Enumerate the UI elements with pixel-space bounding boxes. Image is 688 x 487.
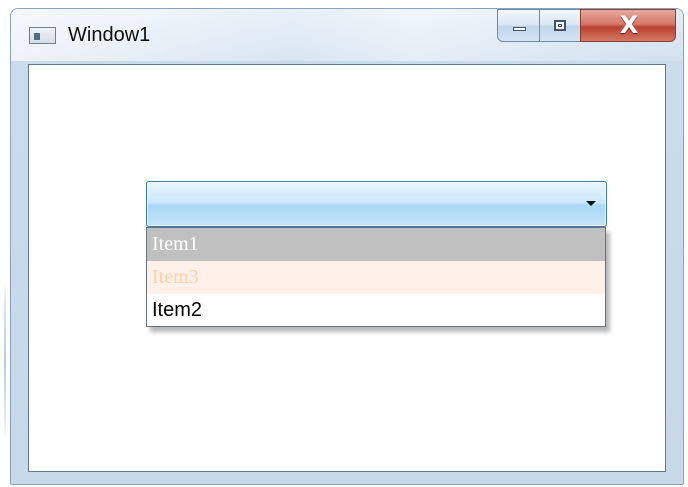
window-title: Window1 <box>68 24 151 46</box>
item-combobox[interactable] <box>146 181 607 227</box>
close-icon: X <box>619 11 639 39</box>
dropdown-item-label: Item3 <box>152 266 199 288</box>
dropdown-item-label: Item1 <box>152 233 199 255</box>
dropdown-item-item2[interactable]: Item2 <box>147 294 605 326</box>
window-app-icon <box>29 27 56 44</box>
minimize-button[interactable] <box>497 9 540 42</box>
maximize-button[interactable] <box>539 9 581 42</box>
dropdown-item-label: Item2 <box>152 299 203 321</box>
maximize-icon <box>554 20 566 31</box>
window-titlebar[interactable]: Window1 X <box>11 9 683 61</box>
minimize-icon <box>513 27 526 31</box>
chevron-down-icon[interactable] <box>586 201 596 206</box>
desktop-screen: Window1 X Item1 Item3 Item2 <box>0 0 688 487</box>
dropdown-item-item1[interactable]: Item1 <box>147 228 605 261</box>
left-edge-artifact <box>4 280 6 440</box>
dropdown-item-item3[interactable]: Item3 <box>147 261 605 294</box>
close-button[interactable]: X <box>580 9 676 42</box>
combobox-selected-value <box>155 193 555 213</box>
combobox-dropdown-list[interactable]: Item1 Item3 Item2 <box>146 227 606 327</box>
